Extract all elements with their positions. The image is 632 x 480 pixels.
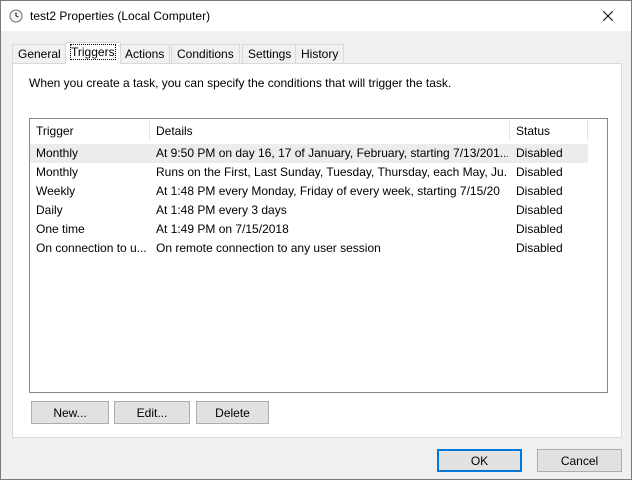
clock-icon — [9, 9, 23, 23]
close-button[interactable] — [585, 1, 631, 31]
tab-settings[interactable]: Settings — [242, 44, 298, 64]
tab-strip: General Triggers Actions Conditions Sett… — [12, 42, 622, 64]
edit-button[interactable]: Edit... — [114, 401, 190, 424]
table-row[interactable]: Daily At 1:48 PM every 3 days Disabled — [30, 201, 588, 220]
details-cell: At 9:50 PM on day 16, 17 of January, Feb… — [156, 146, 508, 160]
tab-history[interactable]: History — [295, 44, 345, 64]
tab-conditions[interactable]: Conditions — [171, 44, 240, 64]
details-cell: At 1:49 PM on 7/15/2018 — [156, 222, 289, 236]
tab-label: Actions — [125, 47, 165, 61]
close-icon — [603, 11, 613, 21]
intro-text: When you create a task, you can specify … — [29, 76, 452, 90]
tab-label: Triggers — [70, 44, 116, 60]
status-cell: Disabled — [516, 165, 563, 179]
tab-label: History — [301, 47, 339, 61]
trigger-cell: One time — [36, 222, 85, 236]
trigger-cell: Weekly — [36, 184, 76, 198]
list-header: Trigger Details Status — [30, 119, 607, 141]
tab-label: Conditions — [177, 47, 234, 61]
tab-general[interactable]: General — [12, 44, 67, 64]
tab-label: General — [18, 47, 61, 61]
tab-actions[interactable]: Actions — [119, 44, 171, 64]
delete-button[interactable]: Delete — [196, 401, 269, 424]
table-row[interactable]: Monthly Runs on the First, Last Sunday, … — [30, 163, 588, 182]
table-row[interactable]: On connection to u... On remote connecti… — [30, 239, 588, 258]
table-row[interactable]: Weekly At 1:48 PM every Monday, Friday o… — [30, 182, 588, 201]
details-cell: Runs on the First, Last Sunday, Tuesday,… — [156, 165, 508, 179]
table-row[interactable]: Monthly At 9:50 PM on day 16, 17 of Janu… — [30, 144, 588, 163]
tab-label: Settings — [248, 47, 292, 61]
trigger-cell: Monthly — [36, 165, 79, 179]
trigger-cell: On connection to u... — [36, 241, 147, 255]
details-cell: At 1:48 PM every Monday, Friday of every… — [156, 184, 500, 198]
details-cell: On remote connection to any user session — [156, 241, 381, 255]
properties-dialog: test2 Properties (Local Computer) Genera… — [0, 0, 632, 480]
status-cell: Disabled — [516, 146, 563, 160]
column-header-status[interactable]: Status — [510, 119, 588, 141]
trigger-cell: Monthly — [36, 146, 79, 160]
column-header-trigger[interactable]: Trigger — [30, 119, 150, 141]
column-header-details[interactable]: Details — [150, 119, 510, 141]
status-cell: Disabled — [516, 184, 563, 198]
new-button-label: New... — [53, 405, 87, 420]
edit-button-label: Edit... — [136, 405, 168, 420]
cancel-button[interactable]: Cancel — [537, 449, 622, 472]
details-cell: At 1:48 PM every 3 days — [156, 203, 287, 217]
triggers-panel: When you create a task, you can specify … — [12, 63, 622, 438]
new-button[interactable]: New... — [31, 401, 109, 424]
status-cell: Disabled — [516, 203, 563, 217]
title-bar: test2 Properties (Local Computer) — [1, 1, 631, 31]
triggers-list[interactable]: Trigger Details Status Monthly At 9:50 P… — [29, 118, 608, 393]
tab-triggers[interactable]: Triggers — [65, 42, 121, 64]
ok-button-label: OK — [470, 453, 489, 468]
status-cell: Disabled — [516, 222, 563, 236]
ok-button[interactable]: OK — [437, 449, 522, 472]
cancel-button-label: Cancel — [560, 453, 599, 468]
trigger-cell: Daily — [36, 203, 63, 217]
delete-button-label: Delete — [215, 405, 250, 420]
status-cell: Disabled — [516, 241, 563, 255]
window-title: test2 Properties (Local Computer) — [30, 9, 211, 23]
table-row[interactable]: One time At 1:49 PM on 7/15/2018 Disable… — [30, 220, 588, 239]
